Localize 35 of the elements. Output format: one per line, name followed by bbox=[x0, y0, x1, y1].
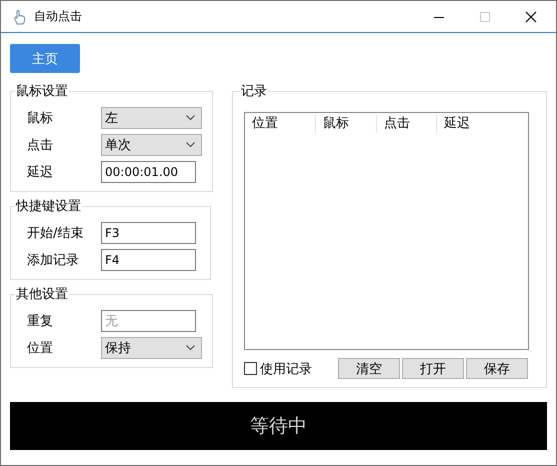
field-label: 延迟 bbox=[27, 164, 54, 180]
field-label: 开始/结束 bbox=[27, 224, 84, 242]
dropdown[interactable]: 左 bbox=[101, 106, 202, 128]
column-header[interactable]: 位置 bbox=[245, 115, 316, 133]
input-field[interactable]: F4 bbox=[101, 248, 196, 270]
column-header[interactable]: 延迟 bbox=[437, 115, 470, 133]
action-button[interactable]: 保存 bbox=[466, 358, 528, 379]
group-title: 其他设置 bbox=[15, 286, 69, 303]
checkbox-label: 使用记录 bbox=[260, 360, 312, 378]
field-label: 鼠标 bbox=[27, 110, 54, 126]
column-header[interactable]: 点击 bbox=[377, 115, 437, 133]
chevron-icon bbox=[186, 114, 195, 120]
action-button[interactable]: 清空 bbox=[338, 358, 400, 379]
home-button[interactable]: 主页 bbox=[10, 44, 80, 73]
input-field[interactable]: F3 bbox=[101, 222, 196, 244]
input-field[interactable]: 00:00:01.00 bbox=[101, 160, 196, 182]
status-text: 等待中 bbox=[250, 414, 307, 439]
checkbox[interactable] bbox=[244, 362, 257, 375]
chevron-icon bbox=[186, 142, 195, 148]
close-icon[interactable] bbox=[525, 10, 537, 22]
column-header[interactable]: 鼠标 bbox=[316, 115, 377, 133]
dropdown[interactable]: 保持 bbox=[101, 336, 202, 358]
group-title: 记录 bbox=[240, 83, 268, 100]
field-label: 添加记录 bbox=[27, 252, 80, 268]
group-title: 快捷键设置 bbox=[15, 198, 82, 215]
input-field[interactable]: 无 bbox=[101, 310, 196, 332]
chevron-icon bbox=[186, 344, 195, 350]
action-button[interactable]: 打开 bbox=[402, 358, 464, 379]
hand-icon bbox=[12, 8, 26, 24]
group-title: 鼠标设置 bbox=[15, 83, 69, 100]
field-label: 点击 bbox=[27, 136, 54, 154]
window-title: 自动点击 bbox=[34, 8, 83, 25]
field-label: 重复 bbox=[27, 312, 54, 330]
field-label: 位置 bbox=[27, 340, 54, 356]
dropdown[interactable]: 单次 bbox=[101, 134, 202, 156]
